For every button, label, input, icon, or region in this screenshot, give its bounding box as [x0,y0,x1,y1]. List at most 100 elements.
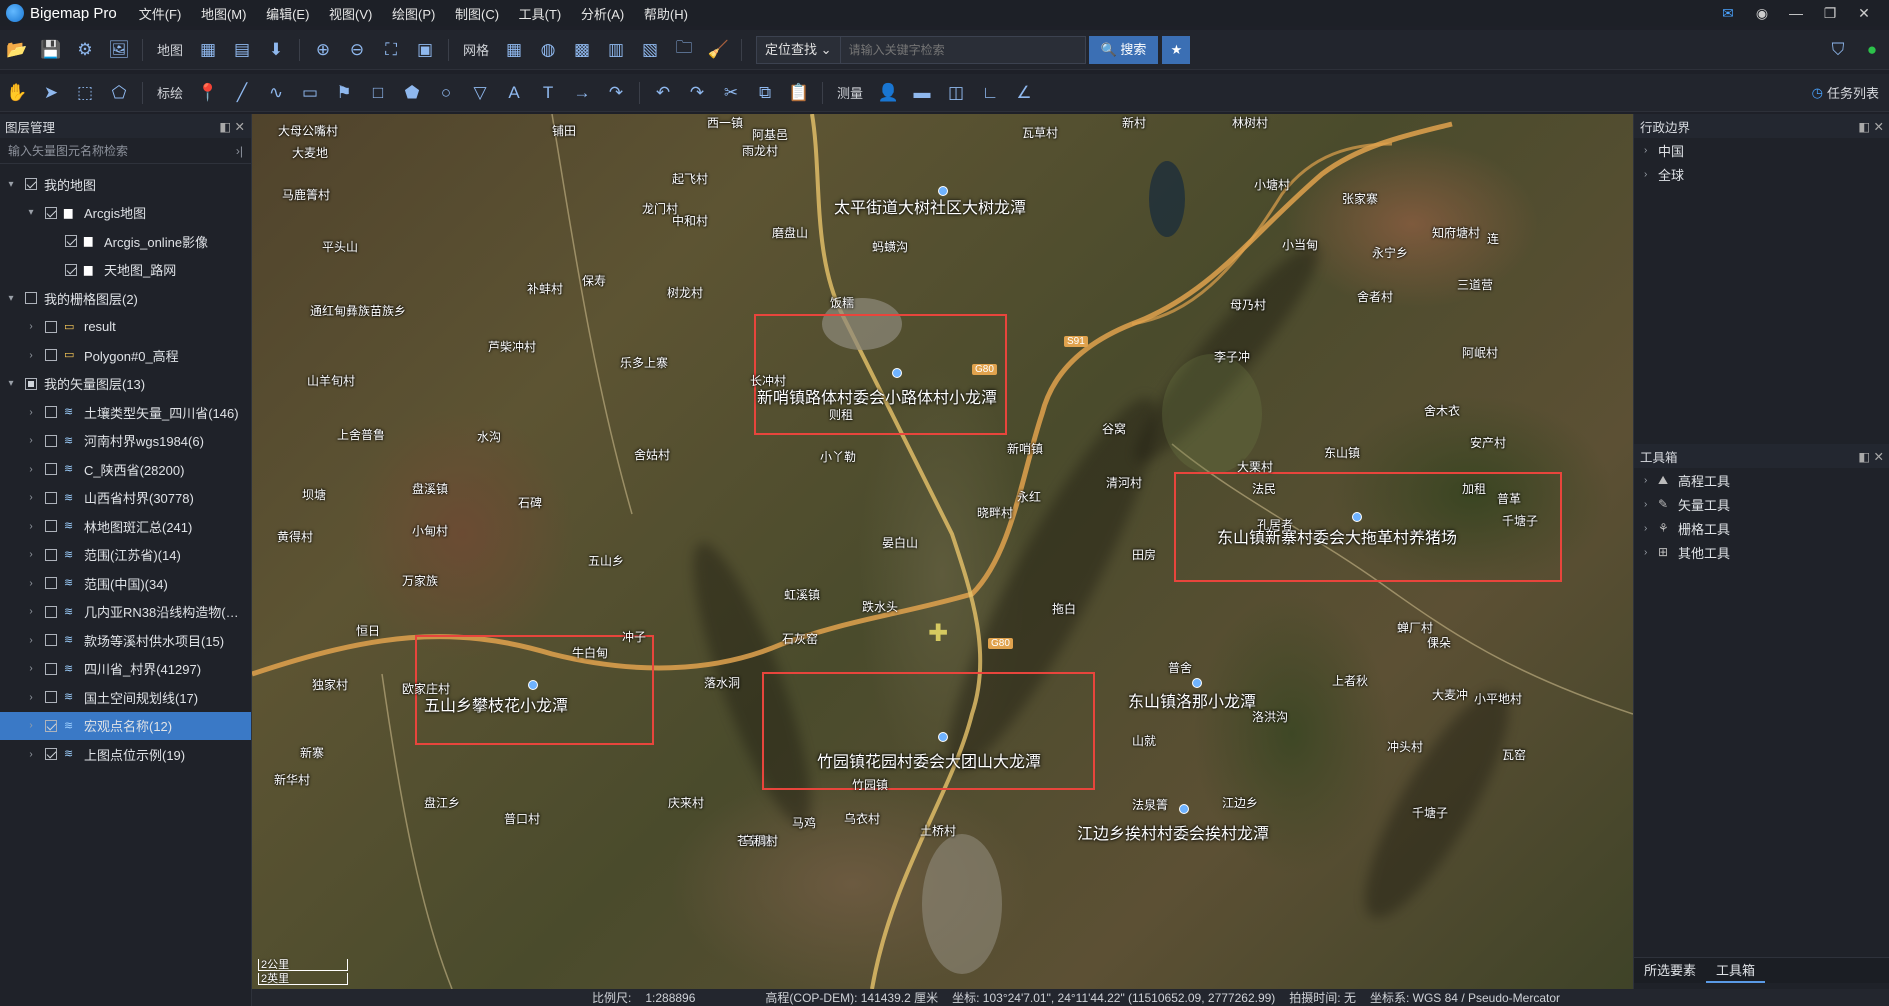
status-scale-select[interactable]: 1:288896 [645,991,695,1005]
layer-checkbox[interactable] [45,548,57,561]
tool-other[interactable]: › ⊞ 其他工具 [1634,540,1889,564]
chevron-right-icon[interactable]: › [24,350,38,361]
map-layer-icon[interactable]: ▤ [230,38,254,62]
layer-checkbox[interactable] [45,434,57,447]
map-pin-icon[interactable] [938,732,948,742]
chevron-right-icon[interactable]: › [24,464,38,475]
layer-row[interactable]: › ≋ 款场等溪村供水项目(15) [0,626,251,655]
map-canvas[interactable]: 大母公嘴村 大麦地 马鹿箐村 平头山 通红甸彝族苗族乡 山羊旬村 上舍普鲁 坝塘 黄得村 恒日 独家… [252,114,1633,989]
area-measure-icon[interactable]: ◫ [944,81,968,105]
layer-row[interactable]: › ≋ 上图点位示例(19) [0,740,251,769]
chevron-right-icon[interactable]: › [24,407,38,418]
menu-tools[interactable]: 工具(T) [519,7,562,22]
close-icon[interactable]: ✕ [1847,5,1881,22]
tool-elevation[interactable]: › ⛰ 高程工具 [1634,468,1889,492]
arrow-right-icon[interactable]: → [570,81,594,105]
chevron-right-icon[interactable]: › [24,549,38,560]
utm-grid-icon[interactable]: ▥ [604,38,628,62]
chevron-right-icon[interactable]: › [24,492,38,503]
menu-analysis[interactable]: 分析(A) [581,7,624,22]
chevron-right-icon[interactable]: › [24,578,38,589]
layer-checkbox[interactable] [25,178,37,191]
menu-view[interactable]: 视图(V) [329,7,372,22]
redo-icon[interactable]: ↷ [685,81,709,105]
zoom-out-icon[interactable]: ⊖ [345,38,369,62]
layer-checkbox[interactable] [45,520,57,533]
layer-checkbox[interactable] [45,206,57,219]
pan-hand-icon[interactable]: ✋ [5,81,29,105]
select-arrow-icon[interactable]: ➤ [39,81,63,105]
chevron-down-icon[interactable]: ▾ [4,293,18,304]
menu-file[interactable]: 文件(F) [139,7,182,22]
paste-icon[interactable]: 📋 [787,81,811,105]
layer-checkbox[interactable] [45,491,57,504]
tab-selected-features[interactable]: 所选要素 [1634,958,1706,983]
admin-item-global[interactable]: › 全球 [1634,162,1889,186]
maximize-icon[interactable]: ❐ [1813,5,1847,22]
layer-row[interactable]: ▾ ▆ Arcgis地图 [0,199,251,228]
funnel-icon[interactable]: ▽ [468,81,492,105]
layer-row[interactable]: › ≋ 几内亚RN38沿线构造物(… [0,598,251,627]
layer-checkbox[interactable] [65,235,77,248]
map-pin-icon[interactable] [938,186,948,196]
chevron-right-icon[interactable]: › [24,521,38,532]
panel-dock-icon[interactable]: ◧ ✕ [1858,119,1884,134]
azimuth-icon[interactable]: ∠ [1012,81,1036,105]
clear-broom-icon[interactable]: 🧹 [706,38,730,62]
layer-row[interactable]: › ≋ 四川省_村界(41297) [0,655,251,684]
menu-cartography[interactable]: 制图(C) [455,7,499,22]
map-pin-icon[interactable] [1192,678,1202,688]
chevron-right-icon[interactable]: › [24,749,38,760]
layer-row[interactable]: › ≋ C_陕西省(28200) [0,455,251,484]
map-pin-icon[interactable] [528,680,538,690]
layer-row[interactable]: › ▭ result [0,313,251,342]
layer-checkbox[interactable] [45,605,57,618]
zoom-extent-icon[interactable]: ⛶ [379,38,403,62]
latlng-grid-icon[interactable]: ◍ [536,38,560,62]
layer-checkbox[interactable] [45,691,57,704]
box-select-icon[interactable]: ⬚ [73,81,97,105]
tab-toolbox[interactable]: 工具箱 [1706,958,1766,983]
flag-icon[interactable]: ⚑ [332,81,356,105]
tool-vector[interactable]: › ✎ 矢量工具 [1634,492,1889,516]
layer-checkbox[interactable] [45,662,57,675]
layer-row[interactable]: › ≋ 河南村界wgs1984(6) [0,427,251,456]
mgrs-grid-icon[interactable]: ▧ [638,38,662,62]
layer-row[interactable]: › ▭ Polygon#0_高程 [0,341,251,370]
minimize-icon[interactable]: — [1779,5,1813,21]
layer-checkbox[interactable] [45,349,57,362]
text-underline-icon[interactable]: A [502,81,526,105]
person-icon[interactable]: 👤 [876,81,900,105]
map-download-icon[interactable]: ⬇ [264,38,288,62]
layer-row[interactable]: › ≋ 林地图斑汇总(241) [0,512,251,541]
message-icon[interactable]: ✉ [1711,5,1745,22]
circle-icon[interactable]: ○ [434,81,458,105]
wechat-icon[interactable]: ● [1860,38,1884,62]
tool-raster[interactable]: › ⚘ 栅格工具 [1634,516,1889,540]
ruler-icon[interactable]: ▬ [910,81,934,105]
search-button[interactable]: 🔍 搜索 [1088,35,1159,64]
chevron-right-icon[interactable]: › [24,606,38,617]
shield-icon[interactable]: ⛉ [1826,38,1850,62]
point-marker-icon[interactable]: 📍 [196,81,220,105]
map-pin-icon[interactable] [1352,512,1362,522]
folder-icon[interactable]: 🗀 [672,38,696,62]
collapse-icon[interactable]: ›| [236,144,243,158]
layer-filter[interactable]: 输入矢量图元名称检索 ›| [0,138,251,164]
layer-checkbox[interactable] [45,634,57,647]
pentagon-icon[interactable]: ⬟ [400,81,424,105]
layer-row[interactable]: › ≋ 国土空间规划线(17) [0,683,251,712]
menu-map[interactable]: 地图(M) [201,7,247,22]
layer-checkbox[interactable] [25,292,37,305]
chevron-right-icon[interactable]: › [24,692,38,703]
search-input[interactable] [840,36,1085,63]
settings-gear-icon[interactable]: ⚙ [73,38,97,62]
map-pin-icon[interactable] [892,368,902,378]
panel-dock-icon[interactable]: ◧ ✕ [1858,449,1884,464]
layer-checkbox[interactable] [45,748,57,761]
layer-checkbox[interactable] [45,577,57,590]
curved-arrow-icon[interactable]: ↷ [604,81,628,105]
text-box-icon[interactable]: T [536,81,560,105]
chevron-right-icon[interactable]: › [24,663,38,674]
layer-checkbox[interactable] [45,463,57,476]
